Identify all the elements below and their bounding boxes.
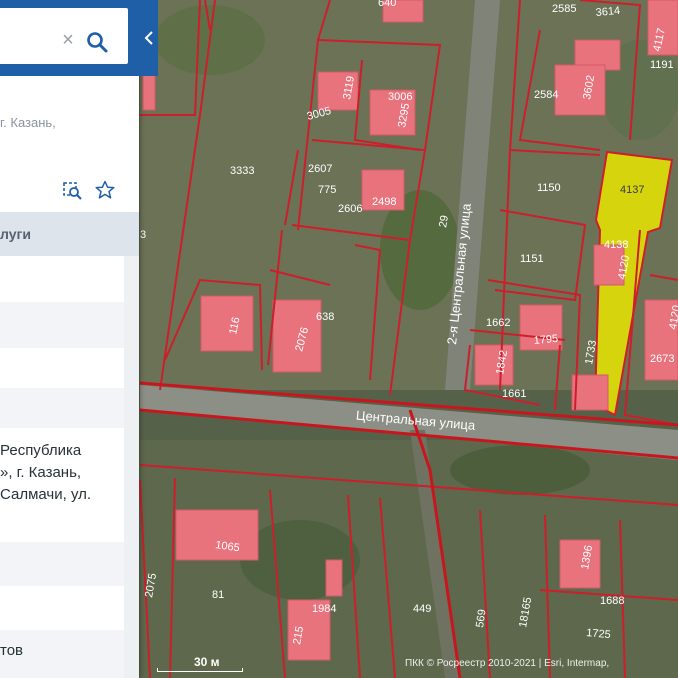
parcel-label: 81 — [212, 589, 224, 601]
star-icon[interactable] — [95, 180, 115, 200]
zoom-to-object-icon[interactable] — [62, 180, 82, 200]
info-panel: г. Казань, луги Республика », г. Казань,… — [0, 0, 139, 678]
map-copyright: ПКК © Росреестр 2010-2021 | Esri, Interm… — [405, 658, 610, 669]
search-bar: × — [0, 0, 158, 76]
section-header[interactable]: луги — [0, 212, 139, 256]
parcel-label: 2585 — [552, 3, 576, 15]
search-input[interactable]: × — [0, 8, 128, 64]
parcel-label: 2606 — [338, 203, 362, 215]
info-row — [0, 302, 124, 348]
info-row — [0, 348, 124, 388]
parcel-label: 2673 — [650, 353, 674, 365]
collapse-panel-button[interactable] — [139, 0, 158, 76]
search-icon[interactable] — [86, 31, 108, 53]
info-row — [0, 388, 124, 428]
parcel-label-selected: 4137 — [620, 184, 644, 196]
parcel-label: 1191 — [650, 59, 674, 71]
section-header-label: луги — [0, 226, 31, 242]
object-address: Республика », г. Казань, Салмачи, ул. — [0, 440, 124, 506]
scale-label: 30 м — [194, 655, 220, 669]
parcel-label: 1662 — [486, 317, 510, 329]
parcel-label: 1984 — [312, 603, 336, 615]
chevron-left-icon — [144, 31, 153, 45]
parcel-label: 3 — [140, 229, 146, 241]
close-icon[interactable]: × — [60, 30, 76, 50]
info-row — [0, 542, 124, 586]
parcel-label: 1795 — [533, 333, 558, 347]
parcel-label: 449 — [413, 603, 431, 615]
parcel-label: 3006 — [388, 91, 412, 103]
parcel-label: 1661 — [502, 388, 526, 400]
parcel-label: 1151 — [520, 253, 544, 265]
parcel-label: 638 — [316, 311, 334, 323]
parcel-label: 640 — [378, 0, 396, 9]
parcel-label: 1150 — [537, 182, 561, 194]
parcel-label: 3333 — [230, 165, 254, 177]
parcel-label: 1688 — [600, 595, 624, 607]
parcel-label: 4138 — [604, 239, 628, 251]
parcel-label: 2584 — [534, 89, 558, 101]
panel-bottom-text: тов — [0, 642, 24, 659]
parcel-label: 2498 — [372, 196, 396, 208]
address-line: Республика — [0, 442, 82, 459]
address-line: Салмачи, ул. — [0, 486, 92, 503]
parcel-label: 569 — [474, 609, 488, 629]
parcel-label: 3614 — [595, 5, 620, 19]
parcel-label: 2607 — [308, 163, 332, 175]
scale-bar — [157, 668, 243, 672]
info-row — [0, 256, 124, 302]
panel-address-short: г. Казань, — [0, 115, 56, 130]
address-line: », г. Казань, — [0, 464, 82, 481]
parcel-label: 775 — [318, 184, 336, 196]
panel-scrollbar[interactable] — [124, 256, 139, 678]
parcel-label: 1725 — [586, 627, 611, 641]
info-row — [0, 586, 124, 630]
parcel-label: 29 — [437, 214, 451, 228]
